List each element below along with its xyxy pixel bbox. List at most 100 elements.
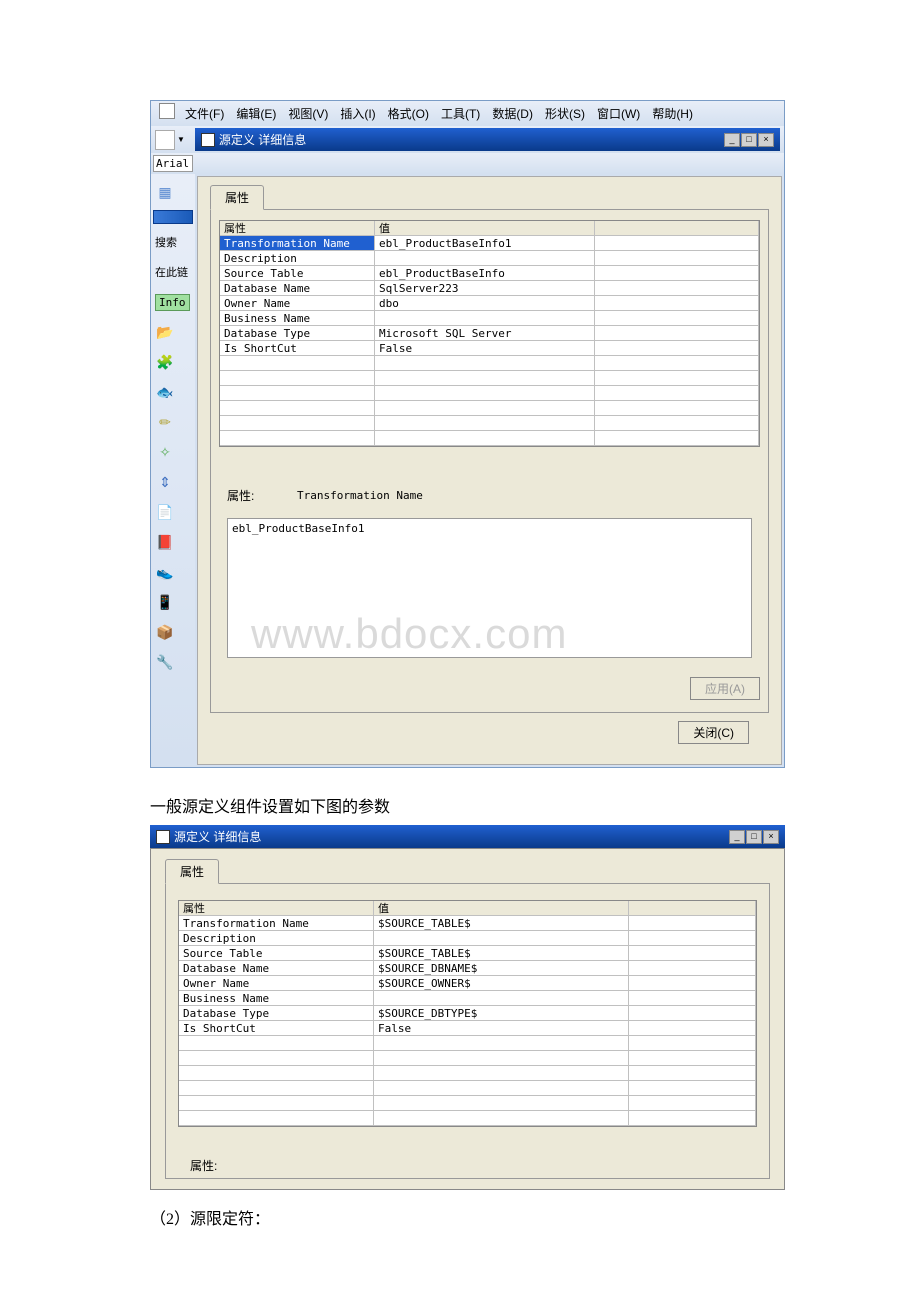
- tab-properties[interactable]: 属性: [165, 859, 219, 884]
- dialog-title: 源定义 详细信息: [219, 131, 306, 148]
- menu-data[interactable]: 数据(D): [486, 103, 539, 124]
- tab-panel: 属性 值 Transformation Name ebl_ProductBase…: [210, 209, 769, 713]
- cube-icon[interactable]: 📦: [155, 622, 175, 642]
- menu-insert[interactable]: 插入(I): [334, 103, 381, 124]
- new-document-icon[interactable]: [155, 130, 175, 150]
- grid-row[interactable]: Database Name SqlServer223: [220, 281, 759, 296]
- dialog2-title: 源定义 详细信息: [174, 828, 261, 845]
- maximize-button[interactable]: □: [746, 830, 762, 844]
- grid-row[interactable]: Description: [179, 931, 756, 946]
- grid-empty-row: [179, 1036, 756, 1051]
- menu-help[interactable]: 帮助(H): [646, 103, 699, 124]
- main-layout: ▦ 搜索 在此链 Info 📂 🧩 🐟 ✏ ✧ ⇕ 📄 📕 👟 📱 📦 🔧: [151, 174, 784, 767]
- wrench-icon[interactable]: 🔧: [155, 652, 175, 672]
- dialog-titlebar: 源定义 详细信息 _ □ ×: [195, 128, 780, 151]
- book-icon[interactable]: 📕: [155, 532, 175, 552]
- minimize-button[interactable]: _: [724, 133, 740, 147]
- property-value-input[interactable]: [227, 518, 752, 658]
- close-window-button[interactable]: ×: [763, 830, 779, 844]
- sidebar-search[interactable]: 搜索: [155, 234, 177, 250]
- grid-row[interactable]: Transformation Name ebl_ProductBaseInfo1: [220, 236, 759, 251]
- sidebar-here[interactable]: 在此链: [155, 264, 188, 280]
- grid-empty-row: [220, 371, 759, 386]
- dialog2-body: 属性 属性 值 Transformation Name $SOURCE_TABL…: [150, 848, 785, 1190]
- arrows-icon[interactable]: ⇕: [155, 472, 175, 492]
- maximize-button[interactable]: □: [741, 133, 757, 147]
- info-button[interactable]: Info: [155, 294, 190, 311]
- grid-empty-row: [179, 1066, 756, 1081]
- grid-row[interactable]: Is ShortCut False: [179, 1021, 756, 1036]
- grid-row[interactable]: Owner Name $SOURCE_OWNER$: [179, 976, 756, 991]
- font-row: Arial: [151, 153, 784, 174]
- star-icon[interactable]: ✧: [155, 442, 175, 462]
- grid-row[interactable]: Business Name: [220, 311, 759, 326]
- grid-row[interactable]: Owner Name dbo: [220, 296, 759, 311]
- table-icon: [201, 133, 215, 147]
- grid-row[interactable]: Business Name: [179, 991, 756, 1006]
- grid-empty-row: [179, 1051, 756, 1066]
- sidebar: ▦ 搜索 在此链 Info 📂 🧩 🐟 ✏ ✧ ⇕ 📄 📕 👟 📱 📦 🔧: [151, 174, 195, 767]
- menu-view[interactable]: 视图(V): [282, 103, 334, 124]
- dialog-body: 属性 属性 值 Transformation Name ebl_ProductB…: [197, 176, 782, 765]
- dialog2-titlebar: 源定义 详细信息 _ □ ×: [150, 825, 785, 848]
- dropdown-icon[interactable]: ▼: [177, 135, 185, 144]
- menu-shape[interactable]: 形状(S): [539, 103, 591, 124]
- doc-icon[interactable]: 📄: [155, 502, 175, 522]
- menu-edit[interactable]: 编辑(E): [230, 103, 282, 124]
- col-property: 属性: [179, 901, 374, 916]
- close-button[interactable]: 关闭(C): [678, 721, 749, 744]
- grid-row[interactable]: Description: [220, 251, 759, 266]
- col-property: 属性: [220, 221, 375, 236]
- document-icon: [159, 103, 175, 119]
- grid-empty-row: [179, 1096, 756, 1111]
- grid-empty-row: [220, 416, 759, 431]
- menu-window[interactable]: 窗口(W): [591, 103, 646, 124]
- col-extra: [595, 221, 759, 236]
- apply-button[interactable]: 应用(A): [690, 677, 760, 700]
- tab-row: 属性: [210, 185, 769, 210]
- font-selector[interactable]: Arial: [153, 155, 193, 172]
- col-value: 值: [375, 221, 595, 236]
- prop-name-cell[interactable]: Transformation Name: [220, 236, 375, 251]
- pencil-icon[interactable]: ✏: [155, 412, 175, 432]
- window-controls: _ □ ×: [724, 133, 774, 147]
- dialog-2: 源定义 详细信息 _ □ × 属性 属性 值 Transformation Na…: [150, 825, 785, 1190]
- close-window-button[interactable]: ×: [758, 133, 774, 147]
- folder-icon[interactable]: 📂: [155, 322, 175, 342]
- grid-row[interactable]: Source Table $SOURCE_TABLE$: [179, 946, 756, 961]
- grid-empty-row: [220, 386, 759, 401]
- device-icon[interactable]: 📱: [155, 592, 175, 612]
- caption-1: 一般源定义组件设置如下图的参数: [150, 793, 920, 817]
- tab-properties[interactable]: 属性: [210, 185, 264, 210]
- table-icon: [156, 830, 170, 844]
- tab-panel: 属性 值 Transformation Name $SOURCE_TABLE$ …: [165, 883, 770, 1179]
- property-label-2: 属性:: [190, 1157, 761, 1174]
- grid-empty-row: [179, 1081, 756, 1096]
- toolbar: ▼ 源定义 详细信息 _ □ ×: [151, 126, 784, 153]
- property-label: 属性:: [227, 487, 277, 504]
- grid-row[interactable]: Source Table ebl_ProductBaseInfo: [220, 266, 759, 281]
- grid-empty-row: [220, 431, 759, 446]
- property-grid-2[interactable]: 属性 值 Transformation Name $SOURCE_TABLE$ …: [178, 900, 757, 1127]
- grid-empty-row: [220, 356, 759, 371]
- grid-row[interactable]: Is ShortCut False: [220, 341, 759, 356]
- shoe-icon[interactable]: 👟: [155, 562, 175, 582]
- col-value: 值: [374, 901, 629, 916]
- sidebar-icon-1[interactable]: ▦: [155, 182, 175, 202]
- prop-value-cell[interactable]: ebl_ProductBaseInfo1: [375, 236, 595, 251]
- tab-row: 属性: [165, 859, 770, 884]
- property-grid[interactable]: 属性 值 Transformation Name ebl_ProductBase…: [219, 220, 760, 447]
- grid-row[interactable]: Database Type $SOURCE_DBTYPE$: [179, 1006, 756, 1021]
- app-window: 文件(F) 编辑(E) 视图(V) 插入(I) 格式(O) 工具(T) 数据(D…: [150, 100, 785, 768]
- puzzle-icon[interactable]: 🧩: [155, 352, 175, 372]
- grid-row[interactable]: Database Type Microsoft SQL Server: [220, 326, 759, 341]
- menu-format[interactable]: 格式(O): [382, 103, 435, 124]
- fish-icon[interactable]: 🐟: [155, 382, 175, 402]
- minimize-button[interactable]: _: [729, 830, 745, 844]
- menu-tools[interactable]: 工具(T): [435, 103, 486, 124]
- grid-empty-row: [179, 1111, 756, 1126]
- grid-row[interactable]: Database Name $SOURCE_DBNAME$: [179, 961, 756, 976]
- grid-row[interactable]: Transformation Name $SOURCE_TABLE$: [179, 916, 756, 931]
- menu-file[interactable]: 文件(F): [179, 103, 230, 124]
- menubar: 文件(F) 编辑(E) 视图(V) 插入(I) 格式(O) 工具(T) 数据(D…: [151, 101, 784, 126]
